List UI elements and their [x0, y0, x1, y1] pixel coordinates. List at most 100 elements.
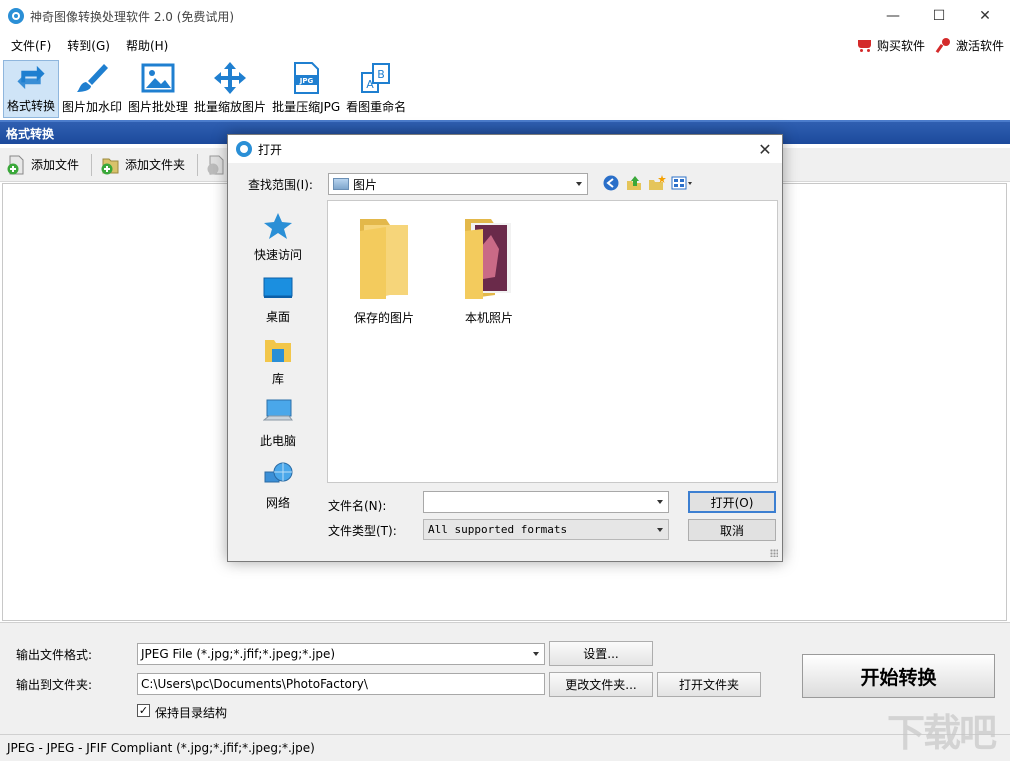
move-arrows-icon [214, 62, 247, 94]
star-icon [264, 213, 292, 239]
place-this-pc[interactable]: 此电脑 [238, 389, 318, 449]
place-label: 快速访问 [253, 248, 302, 262]
folder-item-camera-roll[interactable]: 本机照片 [439, 217, 539, 327]
place-label: 此电脑 [259, 434, 296, 448]
key-icon [935, 37, 953, 53]
open-folder-button[interactable]: 打开文件夹 [657, 672, 761, 697]
format-convert-icon [17, 65, 45, 90]
maximize-button[interactable]: ☐ [916, 0, 962, 32]
place-library[interactable]: 库 [238, 327, 318, 387]
photo-folder-icon [465, 219, 511, 299]
desktop-icon [263, 277, 293, 298]
rename-icon: A B [361, 63, 391, 93]
chevron-down-icon [657, 500, 663, 504]
menu-help[interactable]: 帮助(H) [126, 37, 168, 54]
separator [197, 153, 199, 176]
minimize-button[interactable]: — [870, 0, 916, 32]
keep-structure-checkbox[interactable]: ✓ [137, 704, 150, 717]
output-format-value: JPEG File (*.jpg;*.jfif;*.jpeg;*.jpe) [141, 647, 336, 661]
lookin-label: 查找范围(I): [248, 178, 313, 192]
place-network[interactable]: 网络 [238, 451, 318, 511]
svg-text:JPG: JPG [299, 77, 314, 85]
folder-item-saved-pictures[interactable]: 保存的图片 [334, 217, 434, 327]
place-desktop[interactable]: 桌面 [238, 265, 318, 325]
remove-icon [207, 155, 224, 174]
dialog-close-button[interactable]: ✕ [752, 137, 778, 161]
close-button[interactable]: ✕ [962, 0, 1008, 32]
add-file-button[interactable]: 添加文件 [6, 155, 79, 175]
open-button[interactable]: 打开(O) [688, 491, 776, 513]
lookin-select[interactable]: 图片 [328, 173, 588, 195]
tool-batch-compress[interactable]: JPG 批量压缩JPG [269, 60, 343, 118]
cart-icon [856, 37, 874, 53]
lookin-value: 图片 [353, 177, 378, 192]
separator [91, 153, 93, 176]
back-icon[interactable] [602, 174, 620, 192]
computer-icon [263, 399, 293, 421]
tool-batch-process[interactable]: 图片批处理 [125, 60, 191, 118]
settings-button[interactable]: 设置... [549, 641, 653, 666]
chevron-down-icon [533, 652, 539, 656]
filename-input[interactable] [423, 491, 669, 513]
add-folder-icon [101, 158, 119, 174]
svg-text:B: B [377, 68, 385, 81]
add-folder-label: 添加文件夹 [125, 158, 186, 172]
app-icon [8, 8, 24, 24]
watermark-logo: 下载吧 [886, 710, 997, 755]
add-file-label: 添加文件 [31, 158, 80, 172]
folder-label: 本机照片 [464, 311, 513, 325]
menu-goto[interactable]: 转到(G) [67, 37, 110, 54]
network-icon [264, 462, 293, 483]
activate-software-label: 激活软件 [955, 38, 1004, 53]
folder-icon [360, 219, 408, 299]
place-label: 桌面 [265, 310, 290, 324]
add-folder-button[interactable]: 添加文件夹 [100, 155, 185, 175]
title-bar: 神奇图像转换处理软件 2.0 (免费试用) — ☐ ✕ [0, 0, 1010, 32]
chevron-down-icon [657, 528, 663, 532]
library-icon [265, 340, 291, 362]
status-text: JPEG - JPEG - JFIF Compliant (*.jpg;*.jf… [7, 741, 315, 755]
tool-batch-resize[interactable]: 批量缩放图片 [191, 60, 269, 118]
cancel-button[interactable]: 取消 [688, 519, 776, 541]
dialog-title: 打开 [258, 142, 283, 157]
tool-watermark[interactable]: 图片加水印 [59, 60, 125, 118]
chevron-down-icon [576, 182, 582, 186]
tool-label: 图片批处理 [128, 100, 189, 114]
tool-label: 批量压缩JPG [272, 100, 341, 114]
output-folder-field[interactable]: C:\Users\pc\Documents\PhotoFactory\ [137, 673, 545, 695]
image-icon [141, 63, 175, 93]
app-icon [236, 141, 252, 157]
tool-label: 图片加水印 [62, 100, 123, 114]
status-bar: JPEG - JPEG - JFIF Compliant (*.jpg;*.jf… [0, 734, 1010, 761]
menu-file[interactable]: 文件(F) [11, 37, 51, 54]
pictures-folder-icon [333, 178, 349, 190]
output-format-select[interactable]: JPEG File (*.jpg;*.jfif;*.jpeg;*.jpe) [137, 643, 545, 665]
output-folder-value: C:\Users\pc\Documents\PhotoFactory\ [141, 677, 368, 691]
dialog-title-bar: 打开 ✕ [228, 135, 782, 163]
filename-label: 文件名(N): [328, 499, 387, 513]
dialog-file-list[interactable]: 保存的图片 本机照片 [327, 200, 778, 483]
start-convert-button[interactable]: 开始转换 [802, 654, 995, 698]
activate-software-button[interactable]: 激活软件 [935, 37, 1004, 54]
places-bar: 快速访问 桌面 库 此电脑 网络 [238, 199, 318, 510]
output-folder-label: 输出到文件夹: [16, 678, 93, 692]
change-folder-button[interactable]: 更改文件夹... [549, 672, 653, 697]
view-menu-icon[interactable] [671, 174, 695, 192]
buy-software-label: 购买软件 [876, 38, 925, 53]
output-format-label: 输出文件格式: [16, 648, 93, 662]
resize-grip[interactable] [770, 549, 778, 557]
menu-bar: 文件(F) 转到(G) 帮助(H) 购买软件 激活软件 [0, 32, 1010, 58]
main-toolbar: 格式转换 图片加水印 图片批处理 批量缩放图片 JPG 批量压缩JPG A B … [0, 58, 1010, 120]
filetype-select[interactable]: All supported formats [423, 519, 669, 540]
tool-rename[interactable]: A B 看图重命名 [343, 60, 409, 118]
keep-structure-label: 保持目录结构 [155, 706, 228, 720]
buy-software-button[interactable]: 购买软件 [856, 37, 925, 54]
tool-format-convert[interactable]: 格式转换 [3, 60, 60, 118]
output-settings-panel: 输出文件格式: JPEG File (*.jpg;*.jfif;*.jpeg;*… [0, 622, 1010, 734]
up-folder-icon[interactable] [625, 174, 643, 192]
place-quick-access[interactable]: 快速访问 [238, 203, 318, 263]
place-label: 库 [271, 372, 284, 386]
new-folder-icon[interactable] [648, 174, 666, 192]
place-label: 网络 [265, 496, 290, 510]
tool-label: 格式转换 [7, 99, 56, 113]
